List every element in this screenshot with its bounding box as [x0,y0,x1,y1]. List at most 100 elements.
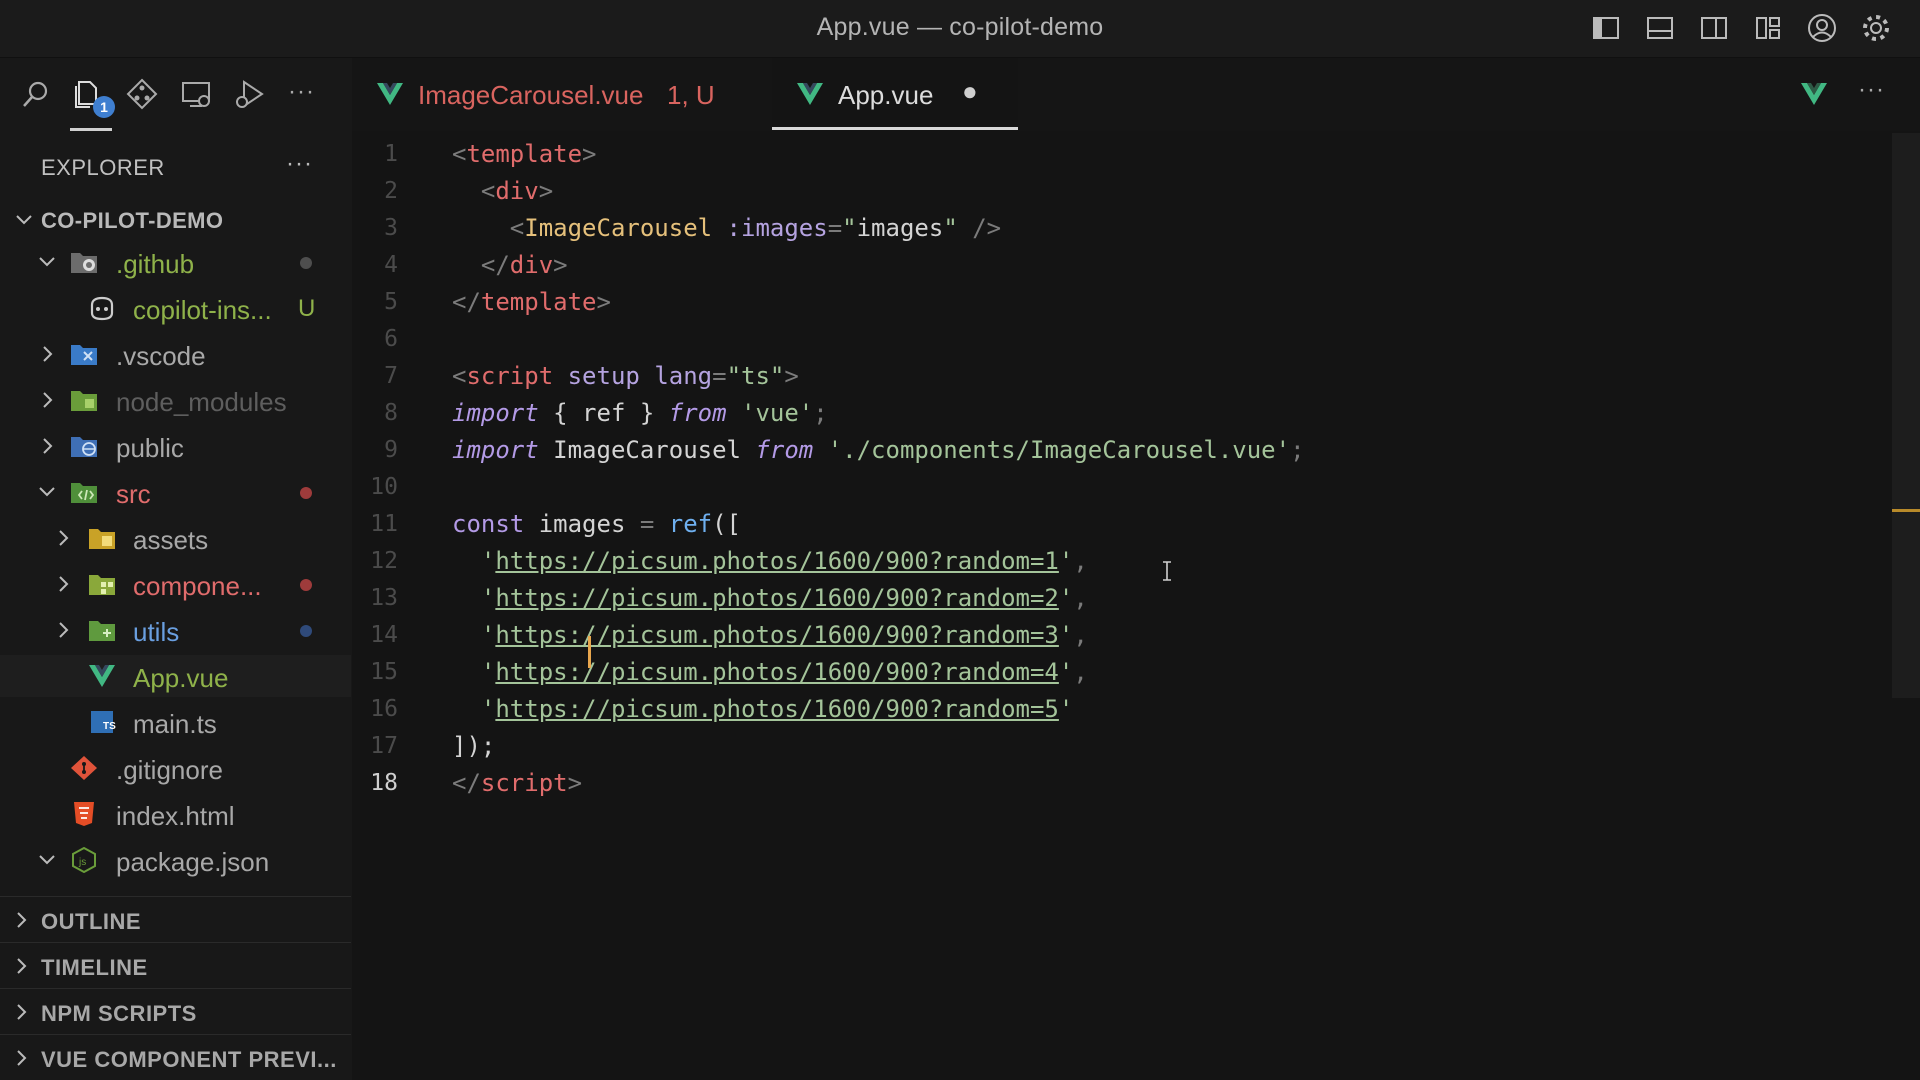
tree-item-assets[interactable]: assets [0,517,351,559]
tree-item-index-html[interactable]: index.html [0,793,351,835]
tree-label: main.ts [133,709,217,739]
editor-scrollbar[interactable] [1892,133,1920,698]
explorer-more-icon[interactable]: ··· [286,150,313,178]
tree-item-public[interactable]: public [0,425,351,467]
tab-app-vue[interactable]: App.vue ● [772,58,1018,131]
node-folder-icon [71,391,97,411]
toggle-primary-sidebar-icon[interactable] [1590,12,1622,44]
line-number: 6 [384,326,398,352]
tree-item-components[interactable]: compone... [0,563,351,605]
explorer-title: EXPLORER [41,155,165,180]
tree-item-main-ts[interactable]: TS main.ts [0,701,351,743]
code-line[interactable]: 18 </script> [352,766,1892,803]
code-text: 'https://picsum.photos/1600/900?random=1… [452,547,1088,575]
src-folder-icon [71,483,97,503]
tree-item-package-json[interactable]: js package.json [0,839,351,881]
editor-tab-bar: ImageCarousel.vue 1, U App.vue ● [352,58,1920,131]
panel-label: TIMELINE [41,955,148,980]
chevron-down-icon [16,215,32,225]
code-text: const images = ref([ [452,510,742,538]
vue-file-icon [797,83,823,105]
code-text: 'https://picsum.photos/1600/900?random=4… [452,658,1088,686]
code-text: 'https://picsum.photos/1600/900?random=3… [452,621,1088,649]
code-text: <ImageCarousel :images="images" /> [452,214,1002,242]
code-text: <div> [452,177,554,205]
tree-item-app-vue[interactable]: App.vue [0,655,351,697]
code-text: ]); [452,732,496,760]
github-folder-icon [71,253,97,273]
tree-label: node_modules [116,387,287,417]
code-line[interactable]: 16 'https://picsum.photos/1600/900?rando… [352,692,1892,729]
tab-label: ImageCarousel.vue [418,80,644,110]
code-line[interactable]: 2 <div> [352,174,1892,211]
code-text: <template> [452,140,597,168]
code-line[interactable]: 12 'https://picsum.photos/1600/900?rando… [352,544,1892,581]
chevron-right-icon [17,1050,27,1066]
code-line[interactable]: 17]); [352,729,1892,766]
line-number: 13 [370,585,398,611]
scrollbar-cursor-marker [1892,509,1920,512]
unsaved-dot-icon[interactable]: ● [962,76,978,107]
account-icon[interactable] [1806,12,1838,44]
git-status-untracked: U [298,295,316,322]
code-line[interactable]: 11 const images = ref([ [352,507,1892,544]
code-line[interactable]: 1 <template> [352,137,1892,174]
run-debug-icon[interactable] [232,76,268,112]
components-folder-icon [89,575,115,595]
toggle-panel-icon[interactable] [1644,12,1676,44]
tree-item-utils[interactable]: utils [0,609,351,651]
tree-item-node-modules[interactable]: node_modules [0,379,351,421]
tree-label: utils [133,617,180,647]
code-line[interactable]: 5 </template> [352,285,1892,322]
tree-label: public [116,433,184,463]
tree-label: .gitignore [116,755,223,785]
project-name: CO-PILOT-DEMO [41,208,224,233]
project-root[interactable]: CO-PILOT-DEMO [0,200,352,240]
source-control-icon[interactable] [124,76,160,112]
search-icon[interactable] [18,76,54,112]
activity-more-icon[interactable]: ··· [288,78,315,106]
tab-imagecarousel-vue[interactable]: ImageCarousel.vue 1, U [352,58,762,131]
code-line[interactable]: 4 </div> [352,248,1892,285]
chevron-right-icon [59,622,69,638]
tree-item-vscode[interactable]: .vscode [0,333,351,375]
typescript-file-icon: TS [91,711,116,733]
code-editor[interactable]: 1 <template> 2 <div> 3 <ImageCarousel :imag… [352,131,1920,1080]
window-title: App.vue — co-pilot-demo [816,13,1104,41]
tree-item-copilot-instructions[interactable]: copilot-ins... U [0,287,351,329]
chevron-right-icon [17,912,27,928]
line-number: 4 [384,252,398,278]
panel-outline[interactable]: OUTLINE [0,896,351,941]
tree-item-src[interactable]: src [0,471,351,513]
code-line[interactable]: 8 import { ref } from 'vue'; [352,396,1892,433]
utils-folder-icon [89,621,115,641]
customize-layout-icon[interactable] [1752,12,1784,44]
change-indicator-dot [300,579,312,591]
toggle-secondary-sidebar-icon[interactable] [1698,12,1730,44]
change-indicator-dot [300,257,312,269]
tree-label: package.json [116,847,270,877]
remote-explorer-icon[interactable] [178,76,214,112]
editor-more-actions-icon[interactable]: ··· [1858,76,1885,104]
chevron-down-icon [39,855,55,865]
panel-timeline[interactable]: TIMELINE [0,942,351,987]
vue-preview-icon[interactable] [1800,80,1828,106]
git-file-icon [71,756,97,780]
settings-gear-icon[interactable] [1860,12,1892,44]
code-line[interactable]: 14 'https://picsum.photos/1600/900?rando… [352,618,1892,655]
code-text: 'https://picsum.photos/1600/900?random=5… [452,695,1074,723]
chevron-right-icon [59,530,69,546]
code-line[interactable]: 10 [352,470,1892,507]
tree-label: src [116,479,151,509]
code-line[interactable]: 15 'https://picsum.photos/1600/900?rando… [352,655,1892,692]
panel-vue-component-preview[interactable]: VUE COMPONENT PREVI... [0,1034,351,1079]
code-line[interactable]: 7 <script setup lang="ts"> [352,359,1892,396]
code-line[interactable]: 13 'https://picsum.photos/1600/900?rando… [352,581,1892,618]
tree-item-gitignore[interactable]: .gitignore [0,747,351,789]
code-line[interactable]: 3 <ImageCarousel :images="images" /> [352,211,1892,248]
code-line[interactable]: 9 import ImageCarousel from './components… [352,433,1892,470]
tree-item-github[interactable]: .github [0,241,351,283]
code-line[interactable]: 6 [352,322,1892,359]
panel-npm-scripts[interactable]: NPM SCRIPTS [0,988,351,1033]
line-number: 15 [370,659,398,685]
